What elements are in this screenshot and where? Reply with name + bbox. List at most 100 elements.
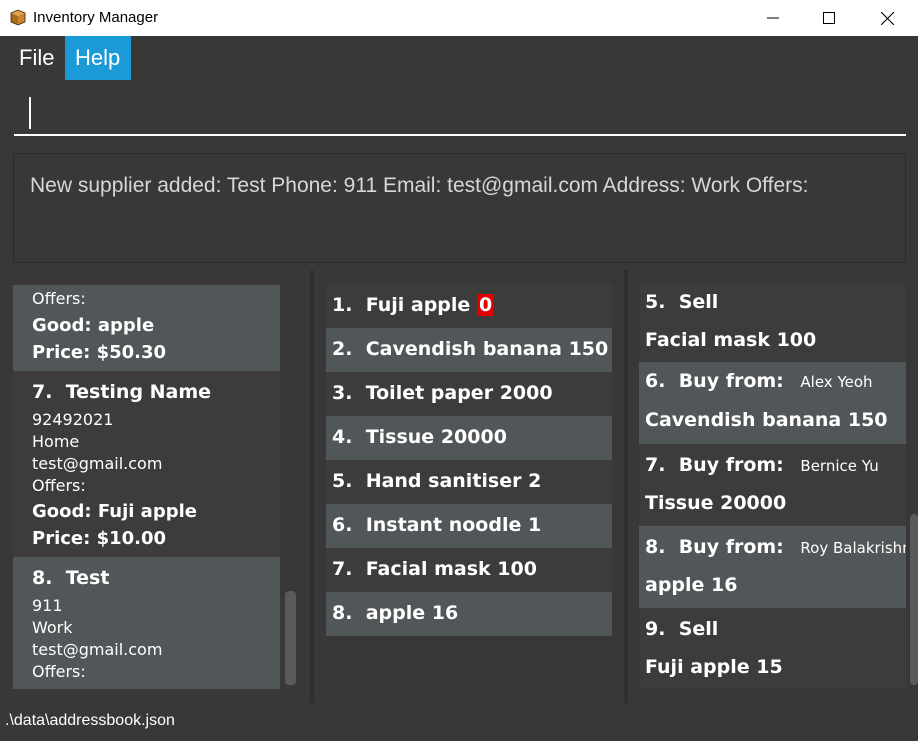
goods-row[interactable]: 3. Toilet paper 2000 bbox=[326, 372, 612, 416]
supplier-card[interactable]: 7. Testing Name 92492021 Home test@gmail… bbox=[13, 371, 280, 557]
transaction-supplier: Roy Balakrishnan bbox=[800, 539, 906, 557]
transaction-header: 8. Buy from: Roy Balakrishnan bbox=[645, 536, 906, 558]
transaction-index: 6. bbox=[645, 370, 666, 392]
goods-row[interactable]: 7. Facial mask 100 bbox=[326, 548, 612, 592]
goods-index: 3. bbox=[332, 382, 353, 404]
transaction-good: Facial mask 100 bbox=[645, 329, 817, 351]
save-location: .\data\addressbook.json bbox=[5, 712, 175, 729]
supplier-offers-label: Offers: bbox=[32, 662, 86, 681]
goods-row-text: 6. Instant noodle 1 bbox=[332, 514, 541, 536]
transaction-good: Fuji apple 15 bbox=[645, 656, 783, 678]
status-bar: .\data\addressbook.json bbox=[0, 703, 918, 741]
transaction-card[interactable]: 7. Buy from: Bernice Yu Tissue 20000 bbox=[639, 444, 906, 526]
transaction-index: 8. bbox=[645, 536, 666, 558]
supplier-phone: 92492021 bbox=[32, 410, 114, 429]
goods-quantity: 150 bbox=[568, 338, 609, 360]
menu-help[interactable]: Help bbox=[65, 36, 131, 80]
transaction-card[interactable]: 5. Sell Facial mask 100 bbox=[639, 284, 906, 362]
supplier-price: Price: $50.30 bbox=[32, 342, 167, 363]
transaction-index: 9. bbox=[645, 618, 666, 640]
goods-row-text: 1. Fuji apple 0 bbox=[332, 294, 495, 316]
goods-list[interactable]: 1. Fuji apple 0 2. Cavendish banana 150 … bbox=[326, 284, 612, 638]
transaction-list[interactable]: 5. Sell Facial mask 100 6. Buy from: Ale… bbox=[639, 284, 906, 689]
supplier-offers-label: Offers: bbox=[32, 476, 86, 495]
supplier-price: Price: $10.00 bbox=[32, 528, 167, 549]
text-caret bbox=[29, 97, 31, 129]
goods-name: Tissue bbox=[365, 426, 435, 448]
goods-row-text: 7. Facial mask 100 bbox=[332, 558, 537, 580]
supplier-good: Good: Fuji apple bbox=[32, 501, 197, 522]
goods-name: apple bbox=[365, 602, 426, 624]
transaction-good: Tissue 20000 bbox=[645, 492, 787, 514]
result-display: New supplier added: Test Phone: 911 Emai… bbox=[0, 146, 918, 270]
transaction-type: Buy from: bbox=[678, 454, 784, 476]
goods-quantity: 20000 bbox=[440, 426, 507, 448]
goods-name: Toilet paper bbox=[365, 382, 494, 404]
supplier-good: Good: apple bbox=[32, 315, 155, 336]
goods-name: Cavendish banana bbox=[365, 338, 562, 360]
transaction-index: 7. bbox=[645, 454, 666, 476]
goods-quantity: 16 bbox=[431, 602, 459, 624]
supplier-email: test@gmail.com bbox=[32, 640, 163, 659]
transaction-good: Cavendish banana 150 bbox=[645, 409, 888, 431]
goods-row-text: 3. Toilet paper 2000 bbox=[332, 382, 553, 404]
goods-name: Instant noodle bbox=[365, 514, 522, 536]
goods-row[interactable]: 4. Tissue 20000 bbox=[326, 416, 612, 460]
window-title: Inventory Manager bbox=[33, 9, 159, 26]
goods-row-text: 4. Tissue 20000 bbox=[332, 426, 507, 448]
goods-name: Hand sanitiser bbox=[365, 470, 522, 492]
result-box[interactable]: New supplier added: Test Phone: 911 Emai… bbox=[13, 153, 906, 263]
goods-row-text: 5. Hand sanitiser 2 bbox=[332, 470, 541, 492]
supplier-title: 7. Testing Name bbox=[32, 381, 211, 403]
goods-index: 8. bbox=[332, 602, 353, 624]
supplier-card[interactable]: Offers: Good: apple Price: $50.30 bbox=[13, 285, 280, 371]
transaction-type: Sell bbox=[678, 618, 719, 640]
goods-quantity: 2000 bbox=[499, 382, 553, 404]
close-button[interactable] bbox=[864, 0, 910, 36]
transaction-card[interactable]: 8. Buy from: Roy Balakrishnan apple 16 bbox=[639, 526, 906, 608]
goods-quantity: 2 bbox=[528, 470, 542, 492]
title-bar: Inventory Manager bbox=[0, 0, 918, 36]
goods-row[interactable]: 8. apple 16 bbox=[326, 592, 612, 636]
goods-row[interactable]: 2. Cavendish banana 150 bbox=[326, 328, 612, 372]
transaction-header: 9. Sell bbox=[645, 618, 718, 640]
transaction-header: 7. Buy from: Bernice Yu bbox=[645, 454, 879, 476]
supplier-list[interactable]: Offers: Good: apple Price: $50.30 7. Tes… bbox=[13, 285, 280, 689]
supplier-address: Work bbox=[32, 618, 73, 637]
menu-file[interactable]: File bbox=[9, 36, 64, 80]
supplier-name: Test bbox=[65, 567, 110, 589]
minimize-button[interactable] bbox=[750, 0, 796, 36]
supplier-index: 8. bbox=[32, 567, 53, 589]
supplier-phone: 911 bbox=[32, 596, 63, 615]
transaction-card[interactable]: 9. Sell Fuji apple 15 bbox=[639, 608, 906, 689]
supplier-email: test@gmail.com bbox=[32, 454, 163, 473]
command-input[interactable] bbox=[14, 92, 906, 136]
supplier-address: Home bbox=[32, 432, 80, 451]
maximize-button[interactable] bbox=[806, 0, 852, 36]
goods-index: 2. bbox=[332, 338, 353, 360]
goods-index: 7. bbox=[332, 558, 353, 580]
transaction-card[interactable]: 6. Buy from: Alex Yeoh Cavendish banana … bbox=[639, 362, 906, 444]
transaction-supplier: Alex Yeoh bbox=[800, 373, 873, 391]
transaction-scrollbar[interactable] bbox=[910, 514, 918, 685]
command-box bbox=[0, 80, 918, 146]
maximize-icon bbox=[823, 12, 835, 24]
transaction-type: Sell bbox=[678, 291, 719, 313]
supplier-scrollbar[interactable] bbox=[285, 591, 296, 685]
goods-row[interactable]: 6. Instant noodle 1 bbox=[326, 504, 612, 548]
goods-quantity: 100 bbox=[497, 558, 537, 580]
transaction-type: Buy from: bbox=[678, 370, 784, 392]
goods-quantity: 1 bbox=[527, 514, 542, 536]
goods-index: 6. bbox=[332, 514, 353, 536]
transaction-header: 5. Sell bbox=[645, 291, 718, 313]
supplier-title: 8. Test bbox=[32, 567, 109, 589]
supplier-card[interactable]: 8. Test 911 Work test@gmail.com Offers: bbox=[13, 557, 280, 689]
goods-name: Fuji apple bbox=[365, 294, 471, 316]
goods-row[interactable]: 1. Fuji apple 0 bbox=[326, 284, 612, 328]
goods-row-text: 8. apple 16 bbox=[332, 602, 458, 624]
supplier-offers-label: Offers: bbox=[32, 289, 86, 308]
supplier-name: Testing Name bbox=[65, 381, 212, 403]
transaction-supplier: Bernice Yu bbox=[800, 457, 879, 475]
transaction-good: apple 16 bbox=[645, 574, 738, 596]
goods-row[interactable]: 5. Hand sanitiser 2 bbox=[326, 460, 612, 504]
